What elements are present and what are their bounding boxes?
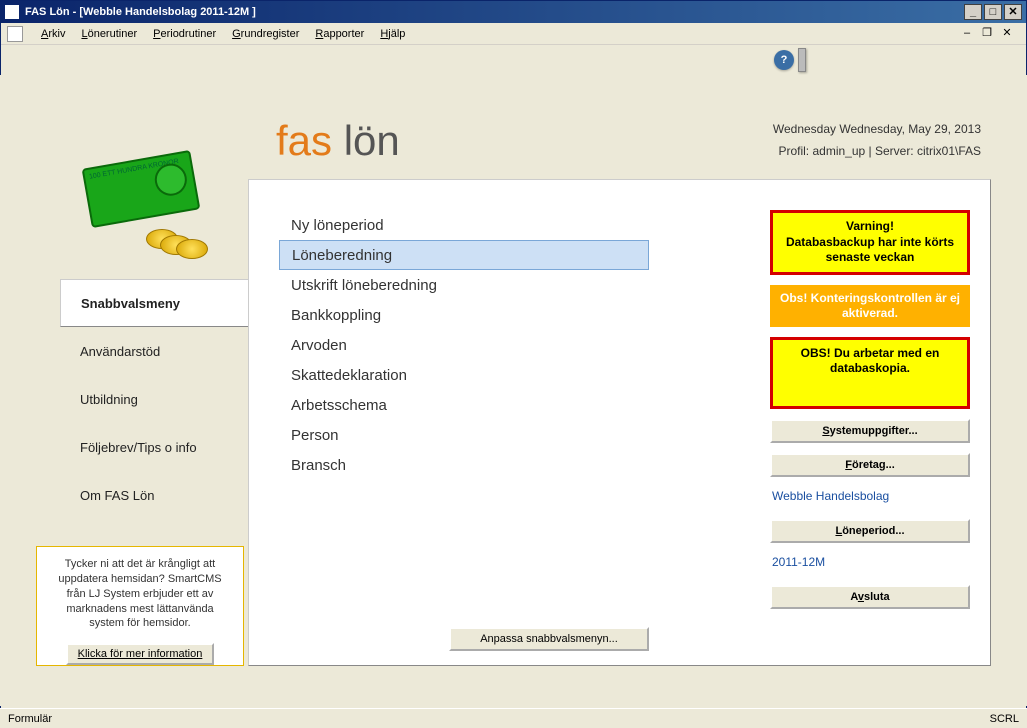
toolbar-panel-icon <box>798 48 806 72</box>
quick-item-person[interactable]: Person <box>279 420 649 450</box>
company-link[interactable]: Webble Handelsbolag <box>770 487 970 509</box>
header-profile: Profil: admin_up | Server: citrix01\FAS <box>773 141 981 163</box>
help-icon[interactable]: ? <box>774 50 794 70</box>
foretag-button[interactable]: Företag... <box>770 453 970 477</box>
tab-foljebrev[interactable]: Följebrev/Tips o info <box>60 423 260 471</box>
quick-item-utskrift[interactable]: Utskrift löneberedning <box>279 270 649 300</box>
menu-periodrutiner[interactable]: Periodrutiner <box>145 26 224 42</box>
tab-utbildning[interactable]: Utbildning <box>60 375 260 423</box>
tab-om-fas-lon[interactable]: Om FAS Lön <box>60 471 260 519</box>
app-icon <box>5 5 19 19</box>
quick-item-loneberedning[interactable]: Löneberedning <box>279 240 649 270</box>
promo-text: Tycker ni att det är krångligt att uppda… <box>49 557 231 631</box>
close-button[interactable]: ✕ <box>1004 4 1022 20</box>
mdi-restore-button[interactable]: ❐ <box>980 27 994 41</box>
tab-snabbvalsmeny[interactable]: Snabbvalsmeny <box>60 279 250 327</box>
tab-anvandarstod[interactable]: Användarstöd <box>60 327 260 375</box>
header-date: Wednesday Wednesday, May 29, 2013 <box>773 119 981 141</box>
quick-menu-list: Ny löneperiod Löneberedning Utskrift lön… <box>279 210 649 480</box>
app-logo-text: fas lön <box>276 117 400 165</box>
customize-quickmenu-button[interactable]: Anpassa snabbvalsmenyn... <box>449 627 649 651</box>
banknote-icon: 100 ETT HUNDRA KRONOR <box>82 150 201 228</box>
menu-arkiv[interactable]: Arkiv <box>33 26 73 42</box>
minimize-button[interactable]: _ <box>964 4 982 20</box>
menu-grundregister[interactable]: Grundregister <box>224 26 307 42</box>
menu-lonerutiner[interactable]: Lönerutiner <box>73 26 145 42</box>
coin-icon <box>176 239 208 259</box>
quick-item-arvoden[interactable]: Arvoden <box>279 330 649 360</box>
mdi-minimize-button[interactable]: – <box>960 27 974 41</box>
systemuppgifter-button[interactable]: Systemuppgifter... <box>770 419 970 443</box>
maximize-button[interactable]: □ <box>984 4 1002 20</box>
status-left: Formulär <box>8 713 990 725</box>
avsluta-button[interactable]: Avsluta <box>770 585 970 609</box>
promo-button[interactable]: Klicka för mer information <box>66 643 215 665</box>
warning-dbcopy-box: OBS! Du arbetar med en databaskopia. <box>770 337 970 409</box>
loneperiod-button[interactable]: Löneperiod... <box>770 519 970 543</box>
warning-backup-box: Varning! Databasbackup har inte körts se… <box>770 210 970 275</box>
quick-item-ny-loneperiod[interactable]: Ny löneperiod <box>279 210 649 240</box>
menu-rapporter[interactable]: Rapporter <box>307 26 372 42</box>
period-link[interactable]: 2011-12M <box>770 553 970 575</box>
warning-kontering-box: Obs! Konteringskontrollen är ej aktivera… <box>770 285 970 327</box>
window-title: FAS Lön - [Webble Handelsbolag 2011-12M … <box>25 6 964 18</box>
quick-item-bankkoppling[interactable]: Bankkoppling <box>279 300 649 330</box>
quick-item-arbetsschema[interactable]: Arbetsschema <box>279 390 649 420</box>
promo-box: Tycker ni att det är krångligt att uppda… <box>36 546 244 666</box>
status-right: SCRL <box>990 713 1019 725</box>
quick-item-skattedeklaration[interactable]: Skattedeklaration <box>279 360 649 390</box>
quick-item-bransch[interactable]: Bransch <box>279 450 649 480</box>
mdi-close-button[interactable]: ✕ <box>1000 27 1014 41</box>
logo-illustration: 100 ETT HUNDRA KRONOR <box>76 149 226 259</box>
document-icon <box>7 26 23 42</box>
menu-hjalp[interactable]: Hjälp <box>372 26 413 42</box>
